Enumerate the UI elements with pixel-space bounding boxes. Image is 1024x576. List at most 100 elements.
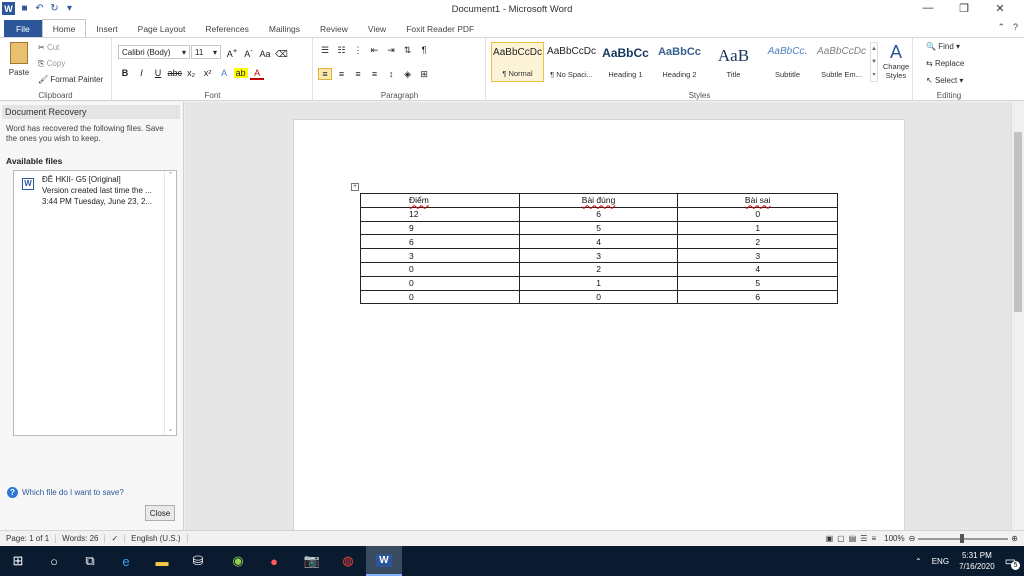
table-cell[interactable]: 3 [677,248,838,263]
outline-icon[interactable]: ☰ [860,534,867,543]
table-cell[interactable]: 3 [518,248,679,263]
maximize-button[interactable]: ❐ [946,2,982,15]
close-window-button[interactable]: ✕ [982,2,1018,15]
shrink-font-icon[interactable]: A- [242,46,256,59]
table-cell[interactable]: 6 [518,206,679,222]
tab-page-layout[interactable]: Page Layout [128,20,196,37]
multilevel-list-icon[interactable]: ⋮ [351,45,365,56]
minimize-ribbon-icon[interactable]: ⌃ [997,22,1005,33]
table-cell[interactable]: 5 [677,275,838,291]
table-cell[interactable]: 0 [518,289,679,305]
table-cell[interactable]: 6 [360,234,520,250]
replace-button[interactable]: ⇆ Replace [926,59,964,68]
table-cell[interactable]: 5 [518,220,679,236]
header-cell-diem[interactable]: Điểm [360,193,520,208]
style-subtle-emphasis[interactable]: AaBbCcDc Subtle Em... [815,42,868,82]
edge-icon[interactable]: e [108,546,144,576]
table-cell[interactable]: 6 [677,289,838,305]
subscript-icon[interactable]: x₂ [184,68,198,78]
font-size-select[interactable]: 11 ▾ [191,45,221,59]
sort-icon[interactable]: ⇅ [401,45,415,56]
tab-home[interactable]: Home [41,19,87,37]
style-no-spacing[interactable]: AaBbCcDc ¶ No Spaci... [545,42,598,82]
zoom-level[interactable]: 100% [880,534,908,543]
bullets-icon[interactable]: ☰ [318,45,332,56]
file-list-scrollbar[interactable]: ⌃ ⌄ [164,171,176,435]
italic-icon[interactable]: I [135,68,149,78]
table-cell[interactable]: 0 [360,261,520,277]
chrome-icon[interactable]: ◍ [330,546,366,576]
tab-mailings[interactable]: Mailings [259,20,310,37]
borders-icon[interactable]: ⊞ [417,69,431,80]
zoom-slider[interactable] [918,533,1009,543]
camera-icon[interactable]: 📷 [294,546,330,576]
tab-insert[interactable]: Insert [86,20,127,37]
windows-start-icon[interactable]: ⊞ [0,546,36,576]
table-cell[interactable]: 9 [360,220,520,236]
data-table[interactable]: Điểm Bài đúng Bài sai 12 6 0 9 5 1 6 4 2 3 3 3 0 2 4 0 1… [360,193,838,305]
clear-formatting-icon[interactable]: ⌫ [275,49,289,60]
show-hidden-icons-icon[interactable]: ⌃ [915,557,922,566]
line-spacing-icon[interactable]: ↕ [384,69,398,79]
web-layout-icon[interactable]: ▤ [849,534,857,543]
superscript-icon[interactable]: x² [201,68,215,78]
draft-icon[interactable]: ≡ [871,534,876,543]
clock[interactable]: 5:31 PM 7/16/2020 [959,550,995,572]
tab-review[interactable]: Review [310,20,358,37]
align-center-icon[interactable]: ≡ [335,69,349,79]
change-styles-button[interactable]: A Change Styles [881,42,911,80]
print-layout-icon[interactable]: ▣ [826,534,834,543]
app-green-icon[interactable]: ◉ [220,546,256,576]
copy-button[interactable]: ⎘ Copy [38,59,65,69]
word-taskbar-icon[interactable]: W [366,546,402,576]
increase-indent-icon[interactable]: ⇥ [384,45,398,56]
bold-icon[interactable]: B [118,68,132,78]
help-icon[interactable]: ? [1013,22,1018,33]
styles-scroll[interactable]: ▲ ▼ ▾ [870,42,878,82]
full-screen-icon[interactable]: ▢ [837,534,845,543]
close-recovery-button[interactable]: Close [145,505,175,521]
table-move-handle-icon[interactable]: + [351,183,359,191]
numbering-icon[interactable]: ☷ [335,45,349,56]
table-cell[interactable]: 12 [360,206,520,222]
table-cell[interactable]: 0 [677,206,838,222]
table-cell[interactable]: 0 [360,289,520,305]
style-heading-1[interactable]: AaBbCc Heading 1 [599,42,652,82]
word-count[interactable]: Words: 26 [56,534,106,543]
page-count[interactable]: Page: 1 of 1 [0,534,57,543]
scroll-down-icon[interactable]: ⌄ [165,425,176,433]
header-cell-bai-sai[interactable]: Bài sai [677,193,838,208]
style-title[interactable]: AaB Title [707,42,760,82]
font-color-icon[interactable]: A [250,68,265,80]
which-file-help-link[interactable]: ? Which file do I want to save? [7,487,124,498]
style-subtitle[interactable]: AaBbCc. Subtitle [761,42,814,82]
change-case-icon[interactable]: Aa [258,49,272,59]
language[interactable]: English (U.S.) [125,534,188,543]
highlight-icon[interactable]: ab [233,68,248,78]
header-cell-bai-dung[interactable]: Bài đúng [518,193,679,208]
style-heading-2[interactable]: AaBbCc Heading 2 [653,42,706,82]
align-right-icon[interactable]: ≡ [351,69,365,79]
table-cell[interactable]: 0 [360,275,520,291]
table-cell[interactable]: 4 [518,234,679,250]
scroll-thumb[interactable] [1014,132,1022,312]
app-notification-icon[interactable]: ● [256,546,292,576]
find-button[interactable]: 🔍 Find ▾ [926,42,960,51]
table-cell[interactable]: 4 [677,261,838,277]
table-cell[interactable]: 2 [518,261,679,277]
file-explorer-icon[interactable]: ▬ [144,546,180,576]
table-cell[interactable]: 3 [360,248,520,263]
task-view-icon[interactable]: ⧉ [72,546,108,576]
pilcrow-icon[interactable]: ¶ [417,45,431,55]
shading-icon[interactable]: ◈ [401,69,415,80]
style-normal[interactable]: AaBbCcDc ¶ Normal [491,42,544,82]
input-language[interactable]: ENG [932,557,949,566]
zoom-out-icon[interactable]: ⊖ [909,534,916,543]
proofing-icon[interactable]: ✓ [105,534,126,543]
minimize-button[interactable]: — [910,2,946,15]
document-page[interactable]: + Điểm Bài đúng Bài sai 12 6 0 9 5 1 6 4 2 3 3 3 0 2 4… [293,119,905,539]
select-button[interactable]: ↖ Select ▾ [926,76,963,85]
search-icon[interactable]: ○ [36,546,72,576]
scroll-up-icon[interactable]: ⌃ [165,171,176,179]
table-cell[interactable]: 1 [518,275,679,291]
